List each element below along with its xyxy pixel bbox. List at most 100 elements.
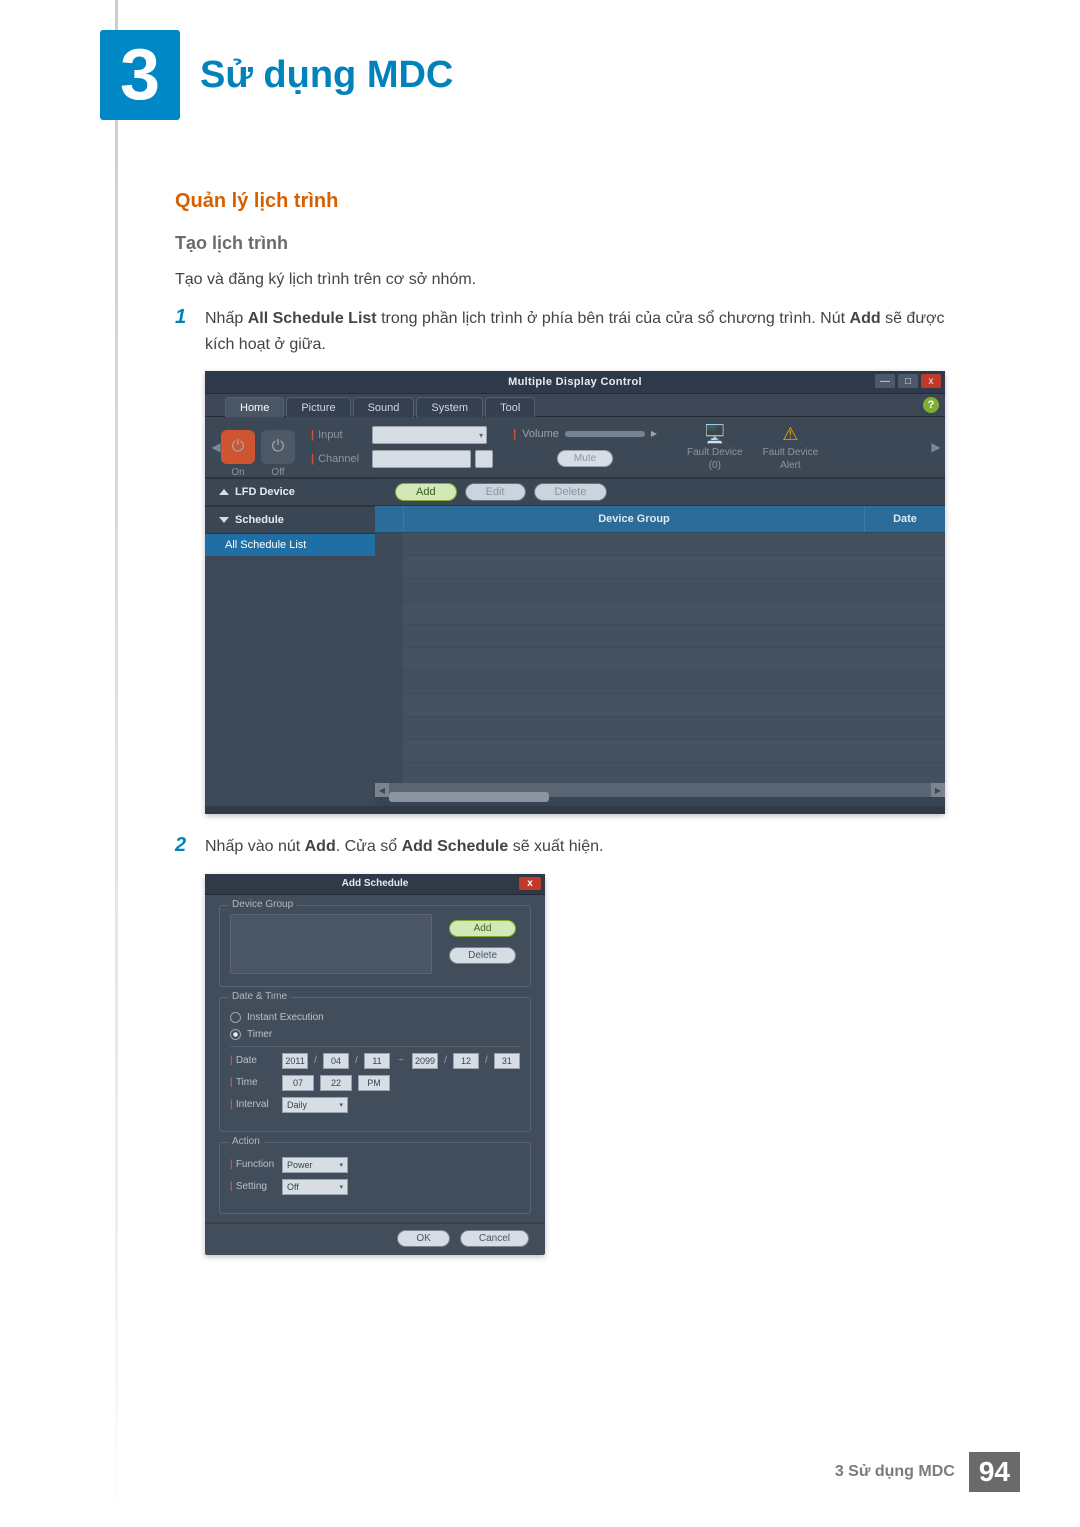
edit-button[interactable]: Edit — [465, 483, 526, 501]
step-1: 1 Nhấp All Schedule List trong phần lịch… — [175, 306, 975, 357]
device-list[interactable] — [230, 914, 432, 974]
help-icon[interactable]: ? — [923, 397, 939, 413]
t: Nhấp vào nút — [205, 838, 305, 855]
power-on-button[interactable]: ⏻On — [221, 430, 255, 464]
date-d2[interactable]: 31 — [494, 1053, 520, 1069]
scroll-thumb[interactable] — [389, 792, 549, 802]
radio-timer-label: Timer — [247, 1029, 272, 1040]
nav-right-icon[interactable]: ▶ — [931, 440, 941, 454]
sidebar-schedule[interactable]: Schedule — [205, 506, 375, 534]
time-h[interactable]: 07 — [282, 1075, 314, 1091]
l: Fault Device — [763, 447, 819, 458]
date-y1[interactable]: 2011 — [282, 1053, 308, 1069]
maximize-button[interactable]: □ — [898, 374, 918, 388]
l: (0) — [709, 460, 721, 471]
date-d1[interactable]: 11 — [364, 1053, 390, 1069]
fault-device-count[interactable]: 🖥️ Fault Device (0) — [687, 423, 743, 471]
group-device: Device Group Add Delete — [219, 905, 531, 987]
date-m2[interactable]: 12 — [453, 1053, 479, 1069]
ok-button[interactable]: OK — [397, 1230, 449, 1247]
group-label: Date & Time — [228, 991, 291, 1002]
section-heading: Quản lý lịch trình — [175, 190, 975, 213]
tab-system[interactable]: System — [416, 397, 483, 417]
table-row[interactable] — [403, 556, 945, 579]
channel-field[interactable] — [372, 450, 471, 468]
table-row[interactable] — [403, 717, 945, 740]
ribbon-tabs: Home Picture Sound System Tool ? — [205, 394, 945, 417]
step-text: Nhấp All Schedule List trong phần lịch t… — [205, 306, 975, 357]
step-number: 1 — [175, 306, 191, 357]
delete-button[interactable]: Delete — [534, 483, 608, 501]
t: . Cửa sổ — [336, 838, 402, 855]
status-bar — [205, 806, 945, 814]
device-delete-button[interactable]: Delete — [449, 947, 516, 964]
step-number: 2 — [175, 834, 191, 860]
table-row[interactable] — [403, 602, 945, 625]
footer-text: 3 Sử dụng MDC — [835, 1463, 955, 1481]
table-row[interactable] — [403, 671, 945, 694]
setting-dropdown[interactable]: Off▾ — [282, 1179, 348, 1195]
sidebar-all-schedule-list[interactable]: All Schedule List — [205, 534, 375, 556]
col-device-group[interactable]: Device Group — [404, 506, 864, 532]
radio-instant[interactable] — [230, 1012, 241, 1023]
table-row[interactable] — [403, 625, 945, 648]
chapter-number: 3 — [100, 30, 180, 120]
fault-device-alert[interactable]: ⚠ Fault Device Alert — [763, 423, 819, 471]
tab-tool[interactable]: Tool — [485, 397, 535, 417]
interval-dropdown[interactable]: Daily▾ — [282, 1097, 348, 1113]
chapter-header: 3 Sử dụng MDC — [100, 30, 453, 120]
radio-timer[interactable] — [230, 1029, 241, 1040]
tab-picture[interactable]: Picture — [286, 397, 350, 417]
time-ampm[interactable]: PM — [358, 1075, 390, 1091]
table-row[interactable] — [403, 740, 945, 763]
channel-stepper[interactable] — [475, 450, 493, 468]
h-scrollbar[interactable]: ◀ ▶ — [375, 783, 945, 797]
close-button[interactable]: x — [519, 877, 541, 890]
add-button[interactable]: Add — [395, 483, 457, 501]
tab-sound[interactable]: Sound — [353, 397, 415, 417]
sep: / — [444, 1055, 447, 1066]
table-row[interactable] — [403, 648, 945, 671]
table-row[interactable] — [403, 533, 945, 556]
function-dropdown[interactable]: Power▾ — [282, 1157, 348, 1173]
dialog-title: Add Schedule — [342, 878, 409, 889]
l: Alert — [780, 460, 801, 471]
col-index — [375, 506, 404, 532]
group-action: Action |Function Power▾ |Setting Off▾ — [219, 1142, 531, 1214]
tab-home[interactable]: Home — [225, 397, 284, 417]
volume-slider[interactable] — [565, 431, 645, 437]
caret-down-icon — [219, 517, 229, 523]
radio-instant-label: Instant Execution — [247, 1012, 324, 1023]
power-off-button[interactable]: ⏻Off — [261, 430, 295, 464]
caret-up-icon — [219, 489, 229, 495]
sidebar-lfd-device[interactable]: LFD Device — [205, 478, 375, 506]
step-2: 2 Nhấp vào nút Add. Cửa sổ Add Schedule … — [175, 834, 975, 860]
date-y2[interactable]: 2099 — [412, 1053, 438, 1069]
add-schedule-dialog: Add Schedule x Device Group Add Delete D… — [205, 874, 545, 1255]
chapter-title: Sử dụng MDC — [200, 54, 453, 97]
toolbar: ◀ ⏻On ⏻Off |Input▾ |Channel |Volume▶ Mut… — [205, 417, 945, 478]
date-m1[interactable]: 04 — [323, 1053, 349, 1069]
t: All Schedule List — [248, 310, 377, 327]
minimize-button[interactable]: — — [875, 374, 895, 388]
scroll-left-icon[interactable]: ◀ — [375, 783, 389, 797]
scroll-right-icon[interactable]: ▶ — [931, 783, 945, 797]
mdc-window: Multiple Display Control — □ x Home Pict… — [205, 371, 945, 814]
t: Add Schedule — [402, 838, 509, 855]
title-bar: Multiple Display Control — □ x — [205, 371, 945, 394]
page-footer: 3 Sử dụng MDC 94 — [835, 1452, 1020, 1492]
input-dropdown[interactable]: ▾ — [372, 426, 487, 444]
table-row[interactable] — [403, 694, 945, 717]
input-label: Input — [318, 429, 368, 441]
mute-button[interactable]: Mute — [557, 450, 613, 467]
device-add-button[interactable]: Add — [449, 920, 516, 937]
cancel-button[interactable]: Cancel — [460, 1230, 529, 1247]
table-row[interactable] — [403, 579, 945, 602]
t: Add — [850, 310, 881, 327]
col-date[interactable]: Date — [864, 506, 945, 532]
time-m[interactable]: 22 — [320, 1075, 352, 1091]
nav-left-icon[interactable]: ◀ — [211, 440, 221, 454]
close-button[interactable]: x — [921, 374, 941, 388]
crud-bar: Add Edit Delete — [375, 478, 945, 506]
marker-icon: | — [513, 428, 516, 440]
